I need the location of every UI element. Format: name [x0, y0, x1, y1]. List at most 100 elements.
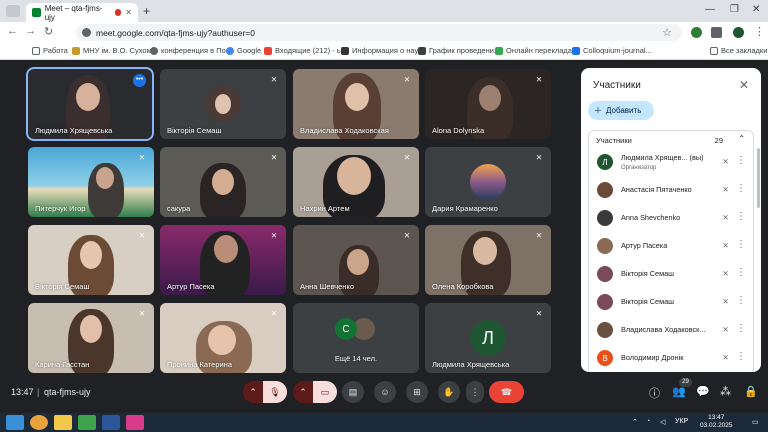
video-tile[interactable]: ⨯ сакура: [160, 147, 286, 217]
reactions-button[interactable]: ☺: [374, 381, 396, 403]
language-indicator[interactable]: УКР: [675, 418, 688, 425]
file-explorer-icon[interactable]: [54, 415, 72, 430]
leave-call-button[interactable]: ☎: [489, 381, 524, 403]
more-options-icon[interactable]: ⋮: [736, 267, 746, 278]
activities-icon[interactable]: ⁂: [720, 385, 731, 398]
mic-muted-icon: ⨯: [535, 153, 543, 162]
video-tile[interactable]: Л ⨯ Людмила Хрящевська: [425, 303, 551, 373]
reload-icon[interactable]: ↻: [44, 25, 53, 38]
back-icon[interactable]: ←: [7, 25, 18, 37]
list-item[interactable]: Анастасія Пятаченко ⨯ ⋮: [589, 176, 753, 204]
video-tile[interactable]: ⨯ Дария Крамаренко: [425, 147, 551, 217]
chat-icon[interactable]: 💬: [696, 385, 710, 398]
present-screen-button[interactable]: ⊞: [406, 381, 428, 403]
browser-tab-meet[interactable]: Meet – qta-fjms-ujy ✕: [26, 3, 138, 22]
video-tile[interactable]: ⨯ Нахрин Артем: [293, 147, 419, 217]
app-taskbar-icon[interactable]: [126, 415, 144, 430]
app-taskbar-icon[interactable]: [78, 415, 96, 430]
more-options-icon[interactable]: ⋮: [736, 155, 746, 166]
tray-expand-icon[interactable]: ⌃: [632, 418, 638, 426]
extensions-puzzle-icon[interactable]: [711, 27, 722, 38]
network-icon[interactable]: ◔: [646, 418, 650, 425]
participants-section-header[interactable]: Участники 29 ⌃: [588, 130, 754, 148]
video-tile[interactable]: ⨯ Олена Коробкова: [425, 225, 551, 295]
minimize-icon[interactable]: —: [705, 4, 715, 15]
people-icon[interactable]: 👥: [672, 385, 686, 398]
participant-name: Карина Гасстан: [35, 360, 90, 369]
more-options-icon[interactable]: ⋮: [736, 239, 746, 250]
video-tile[interactable]: ⨯ Alona Dolynska: [425, 69, 551, 139]
bookmark-item[interactable]: График проведени...: [418, 46, 500, 55]
system-clock[interactable]: 13:47 03.02.2025: [700, 414, 733, 430]
audio-options-button[interactable]: ⌃: [243, 381, 263, 403]
list-item[interactable]: Anna Shevchenko ⨯ ⋮: [589, 204, 753, 232]
close-panel-icon[interactable]: ✕: [739, 78, 749, 92]
video-tile[interactable]: ⨯ Вікторія Семаш: [28, 225, 154, 295]
microphone-toggle-button[interactable]: 🎙: [263, 381, 287, 403]
video-tile[interactable]: ⨯ Питерчук Игор: [28, 147, 154, 217]
bookmark-item[interactable]: Google: [226, 46, 261, 55]
list-item[interactable]: В Володимир Дронік ⨯ ⋮: [589, 344, 753, 372]
video-tile[interactable]: ⨯ Пронина Катерина: [160, 303, 286, 373]
more-options-icon[interactable]: ⋮: [736, 211, 746, 222]
more-options-icon[interactable]: ⋮: [736, 351, 746, 362]
add-people-button[interactable]: ＋ Добавить: [588, 101, 654, 120]
video-tile[interactable]: ⨯ Анна Шевченко: [293, 225, 419, 295]
bookmark-item[interactable]: конференция в По...: [150, 46, 232, 55]
chrome-taskbar-icon[interactable]: [30, 415, 48, 430]
mic-muted-icon: ⨯: [270, 309, 278, 318]
bookmark-star-icon[interactable]: ☆: [662, 26, 672, 39]
camera-toggle-button[interactable]: ▭: [313, 381, 337, 403]
more-options-icon[interactable]: ⋮: [736, 323, 746, 334]
video-tile[interactable]: ⨯ Вікторія Семаш: [160, 69, 286, 139]
more-participants-tile[interactable]: С Ещё 14 чел.: [293, 303, 419, 373]
list-item[interactable]: Л Людмила Хрящев... (вы) Организатор ⨯ ⋮: [589, 148, 753, 176]
tab-search-button[interactable]: [6, 5, 20, 17]
close-window-icon[interactable]: ✕: [752, 4, 760, 15]
bookmark-folder[interactable]: Работа: [32, 46, 68, 55]
new-tab-button[interactable]: +: [143, 4, 150, 18]
mic-muted-icon: ⨯: [270, 231, 278, 240]
bookmark-label: МНУ ім. В.О. Сухом...: [83, 46, 158, 55]
url-text: meet.google.com/qta-fjms-ujy?authuser=0: [96, 27, 255, 38]
notifications-icon[interactable]: ▭: [752, 418, 759, 426]
more-options-icon[interactable]: ⋮: [736, 183, 746, 194]
forward-icon[interactable]: →: [25, 25, 36, 37]
bookmark-item[interactable]: Входящие (212) - ь...: [264, 46, 347, 55]
browser-menu-icon[interactable]: ⋮: [754, 25, 765, 38]
volume-icon[interactable]: ◁: [660, 418, 665, 426]
more-options-button[interactable]: ⋮: [466, 381, 484, 403]
site-info-icon[interactable]: [82, 28, 91, 37]
more-options-icon[interactable]: ⋮: [736, 295, 746, 306]
video-options-button[interactable]: ⌃: [293, 381, 313, 403]
bookmark-item[interactable]: Информация о нау...: [341, 46, 424, 55]
windows-start-icon[interactable]: [6, 415, 24, 430]
list-item[interactable]: Владислава Ходаковск... ⨯ ⋮: [589, 316, 753, 344]
host-controls-icon[interactable]: 🔒: [744, 385, 758, 398]
list-item[interactable]: Вікторія Семаш ⨯ ⋮: [589, 260, 753, 288]
video-tile[interactable]: ⨯ Артур Пасека: [160, 225, 286, 295]
list-item[interactable]: Артур Пасека ⨯ ⋮: [589, 232, 753, 260]
maximize-icon[interactable]: ❐: [730, 4, 739, 15]
video-tile[interactable]: ••• Людмила Хрящевська: [26, 67, 154, 141]
extension-icon[interactable]: [691, 27, 702, 38]
meeting-info-icon[interactable]: ⓘ: [649, 385, 660, 401]
bookmark-item[interactable]: Онлайн перекладa...: [495, 46, 578, 55]
raise-hand-button[interactable]: ✋: [438, 381, 460, 403]
panel-scrollbar[interactable]: [757, 148, 760, 208]
tile-more-options-icon[interactable]: •••: [133, 74, 146, 87]
profile-avatar[interactable]: [733, 27, 744, 38]
address-bar[interactable]: meet.google.com/qta-fjms-ujy?authuser=0 …: [76, 24, 682, 41]
all-bookmarks[interactable]: Все закладки: [710, 46, 767, 55]
word-taskbar-icon[interactable]: [102, 415, 120, 430]
bookmark-item[interactable]: МНУ ім. В.О. Сухом...: [72, 46, 158, 55]
captions-button[interactable]: ▤: [342, 381, 364, 403]
video-tile[interactable]: ⨯ Владислава Ходаковская: [293, 69, 419, 139]
list-item[interactable]: Вікторія Семаш ⨯ ⋮: [589, 288, 753, 316]
chevron-up-icon[interactable]: ⌃: [738, 134, 745, 143]
video-tile[interactable]: ⨯ Карина Гасстан: [28, 303, 154, 373]
mic-muted-icon: ⨯: [535, 75, 543, 84]
bookmark-item[interactable]: Colloquium-journal...: [572, 46, 652, 55]
tab-close-icon[interactable]: ✕: [125, 8, 132, 17]
avatar: [597, 238, 613, 254]
